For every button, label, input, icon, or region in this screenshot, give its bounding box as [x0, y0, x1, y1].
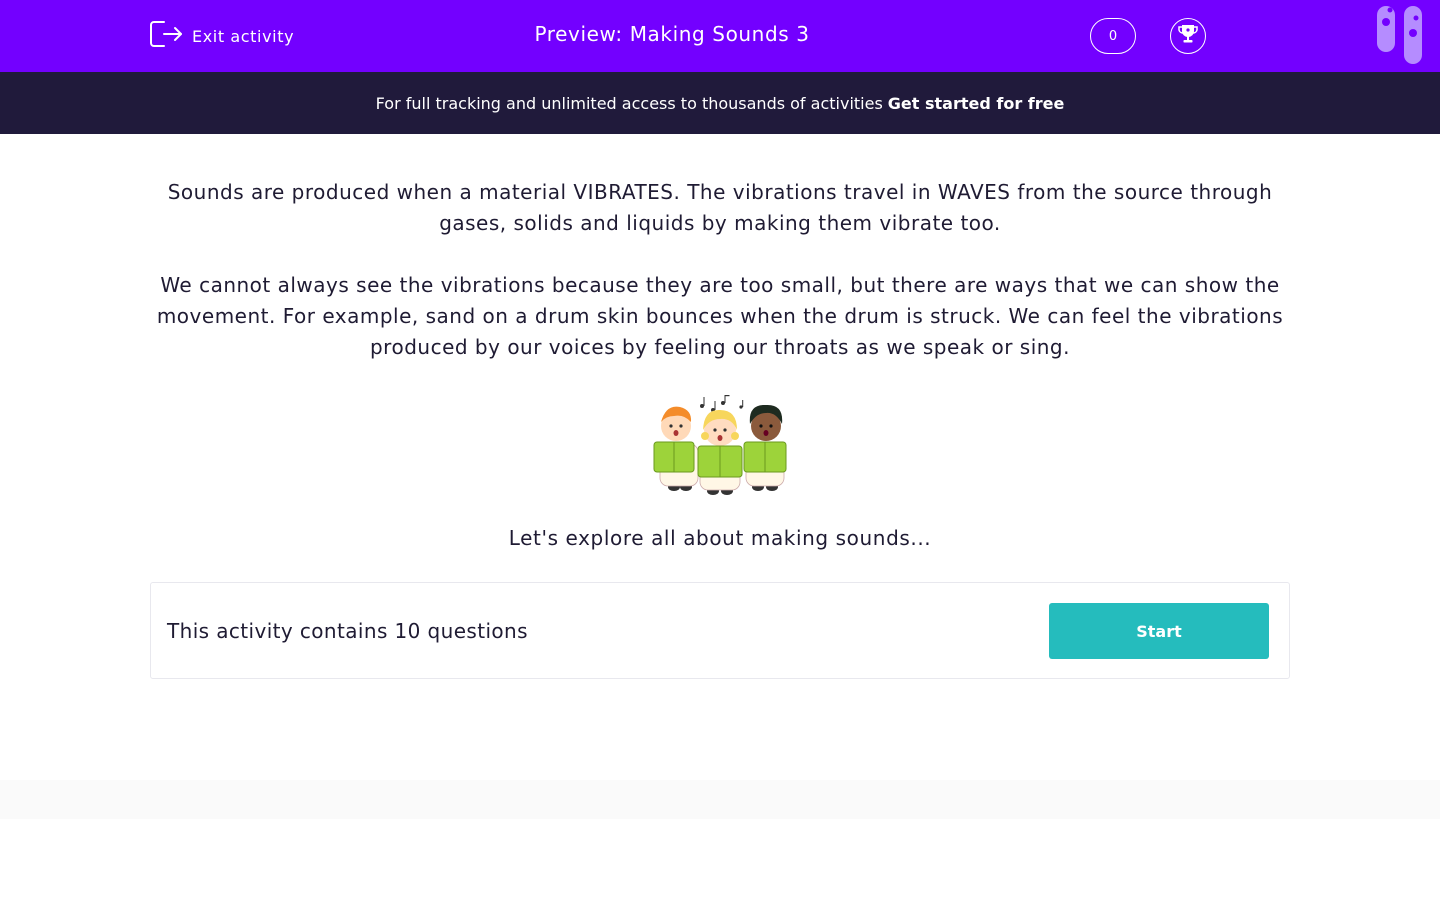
get-started-link[interactable]: Get started for free	[888, 94, 1065, 113]
start-button[interactable]: Start	[1049, 603, 1269, 659]
top-bar: Exit activity Preview: Making Sounds 3 0	[0, 0, 1440, 72]
intro-text: Sounds are produced when a material VIBR…	[150, 177, 1290, 363]
page-title: Preview: Making Sounds 3	[534, 22, 810, 46]
tagline: Let's explore all about making sounds...	[508, 526, 932, 550]
intro-paragraph-2: We cannot always see the vibrations beca…	[156, 273, 1284, 359]
upgrade-banner: For full tracking and unlimited access t…	[0, 72, 1440, 134]
music-notes-icon	[700, 395, 744, 412]
footer-band	[0, 780, 1440, 819]
intro-paragraph-1: Sounds are produced when a material VIBR…	[167, 180, 1273, 235]
trophy-button[interactable]	[1170, 18, 1206, 54]
exit-activity-label: Exit activity	[192, 26, 295, 46]
question-count-text: This activity contains 10 questions	[167, 619, 528, 643]
singing-children-illustration	[646, 392, 794, 498]
exit-icon	[150, 20, 183, 52]
exit-activity-button[interactable]: Exit activity	[150, 20, 295, 52]
score-badge: 0	[1090, 18, 1136, 54]
brand-logo	[1374, 4, 1428, 66]
trophy-icon	[1177, 23, 1199, 49]
banner-text: For full tracking and unlimited access t…	[375, 93, 883, 113]
activity-card: This activity contains 10 questions Star…	[150, 582, 1290, 679]
